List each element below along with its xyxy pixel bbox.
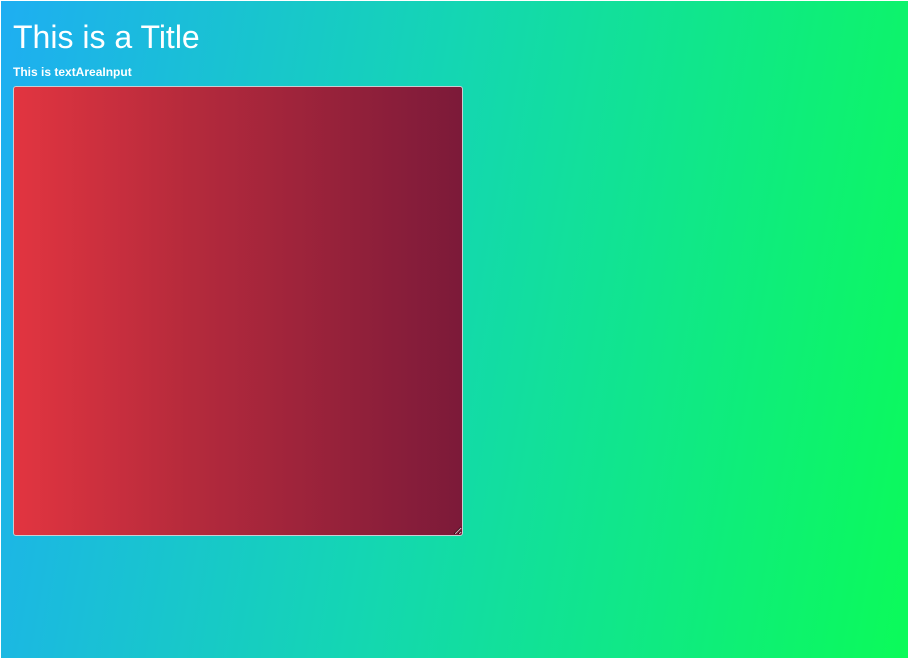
page-container: This is a Title This is textAreaInput bbox=[1, 1, 908, 658]
textarea-label: This is textAreaInput bbox=[13, 65, 132, 79]
textarea-input[interactable] bbox=[13, 86, 463, 536]
page-title: This is a Title bbox=[13, 19, 200, 55]
